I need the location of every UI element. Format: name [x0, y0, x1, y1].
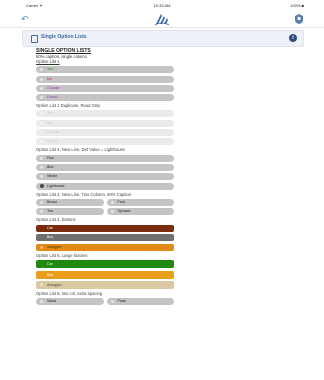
option-label: Salad	[47, 299, 57, 304]
option-label: No	[47, 120, 52, 125]
radio-icon	[40, 245, 43, 249]
option-label: Spinach	[117, 209, 131, 214]
navigation-bar: ↶	[0, 11, 324, 28]
option-label: Lighthouse	[47, 183, 65, 188]
radio-icon	[40, 156, 43, 160]
battery-indicator: 100% ■	[290, 3, 304, 8]
list1-label: Option List 1	[36, 59, 60, 64]
radio-icon	[40, 283, 43, 287]
list3-option-spinach[interactable]: Spinach	[106, 208, 174, 216]
option-label: Dunno	[47, 95, 58, 100]
list2-label: Option List 2, New Line, Def Value = Lig…	[36, 147, 125, 153]
list1b-option-yes: Yes	[36, 110, 174, 118]
radio-icon	[40, 175, 43, 179]
list1b-option-choose: Choose	[36, 129, 174, 137]
list4-button-bus[interactable]: Bus	[36, 234, 174, 242]
button-label: Bus	[47, 235, 54, 240]
list1b-option-no: No	[36, 119, 174, 127]
option-label: Fruit	[117, 199, 125, 204]
option-label: Fish	[47, 155, 54, 160]
list5-button-autogyro[interactable]: Autogyro	[36, 281, 174, 290]
button-label: Car	[47, 262, 53, 267]
clock-label: 10:33 AM	[153, 3, 171, 8]
list5-label: Option List 5, Large buttons	[36, 252, 88, 258]
list4-label: Option List 4, buttons	[36, 217, 76, 223]
option-label: Bird	[47, 164, 54, 169]
list1b-option-dunno: Dunno	[36, 138, 174, 146]
option-label: Yes	[47, 111, 53, 116]
list1-option-yes[interactable]: Yes	[36, 66, 174, 74]
list6-row: Salad Peas	[36, 296, 174, 306]
button-label: Bus	[47, 272, 54, 277]
radio-selected-icon	[39, 184, 44, 189]
list1-option-dunno[interactable]: Dunno	[36, 94, 174, 102]
list4-button-car[interactable]: Car	[36, 224, 174, 232]
option-label: Dunno	[47, 139, 58, 144]
radio-icon	[40, 96, 43, 100]
radio-icon	[110, 200, 114, 204]
list3-row: Bread Fruit	[36, 197, 174, 206]
single-option-lists-card: Single Option Lists i SINGLE OPTION LIST…	[22, 30, 304, 380]
info-icon[interactable]: i	[289, 34, 297, 42]
document-icon	[31, 35, 38, 43]
option-label: Whale	[47, 174, 58, 179]
radio-icon	[40, 131, 43, 135]
list2-option-fish[interactable]: Fish	[36, 154, 174, 162]
option-label: Yes	[47, 67, 53, 72]
list3-option-bread[interactable]: Bread	[36, 198, 104, 206]
list1-option-no[interactable]: No	[36, 75, 174, 83]
list2-option-lighthouse[interactable]: Lighthouse	[36, 182, 174, 190]
option-label: Choose	[47, 85, 60, 90]
radio-icon	[40, 165, 43, 169]
button-label: Autogyro	[47, 244, 62, 249]
option-label: Tea	[47, 209, 53, 214]
button-label: Autogyro	[47, 283, 62, 288]
radio-icon	[40, 77, 43, 81]
status-bar: Carrier ✦ 10:33 AM 100% ■	[0, 0, 324, 11]
app-screen: Carrier ✦ 10:33 AM 100% ■ ↶ Single Optio…	[0, 0, 324, 380]
radio-icon	[40, 112, 43, 116]
radio-icon	[110, 210, 114, 214]
radio-icon	[40, 210, 43, 214]
radio-icon	[40, 86, 43, 90]
form-content: SINGLE OPTION LISTS 50% caption, single …	[36, 47, 174, 306]
radio-icon	[40, 121, 43, 125]
button-label: Car	[47, 225, 53, 230]
profile-shield-icon[interactable]	[293, 13, 305, 25]
list2-option-bird[interactable]: Bird	[36, 163, 174, 171]
list1b-label: Option List 1 Duplicate, Read Only	[36, 103, 101, 109]
list4-button-autogyro[interactable]: Autogyro	[36, 243, 174, 251]
option-label: Choose	[47, 130, 60, 135]
list2-option-whale[interactable]: Whale	[36, 173, 174, 181]
back-arrow-icon[interactable]: ↶	[21, 14, 31, 24]
app-logo-icon	[154, 14, 170, 26]
list6-option-peas[interactable]: Peas	[106, 298, 174, 306]
card-header: Single Option Lists i	[22, 30, 304, 47]
option-label: Bread	[47, 199, 57, 204]
option-label: No	[47, 76, 52, 81]
radio-icon	[40, 140, 43, 144]
radio-icon	[40, 200, 43, 204]
list5-button-car[interactable]: Car	[36, 260, 174, 269]
list5-button-bus[interactable]: Bus	[36, 270, 174, 279]
radio-icon	[110, 300, 114, 304]
list3-option-tea[interactable]: Tea	[36, 208, 104, 216]
list3-option-fruit[interactable]: Fruit	[106, 198, 174, 206]
radio-icon	[40, 300, 43, 304]
list1-option-choose[interactable]: Choose	[36, 84, 174, 92]
list6-option-salad[interactable]: Salad	[36, 298, 104, 306]
card-title: Single Option Lists	[41, 34, 87, 40]
radio-icon	[40, 68, 43, 72]
list3-row: Tea Spinach	[36, 206, 174, 216]
option-label: Peas	[117, 299, 126, 304]
